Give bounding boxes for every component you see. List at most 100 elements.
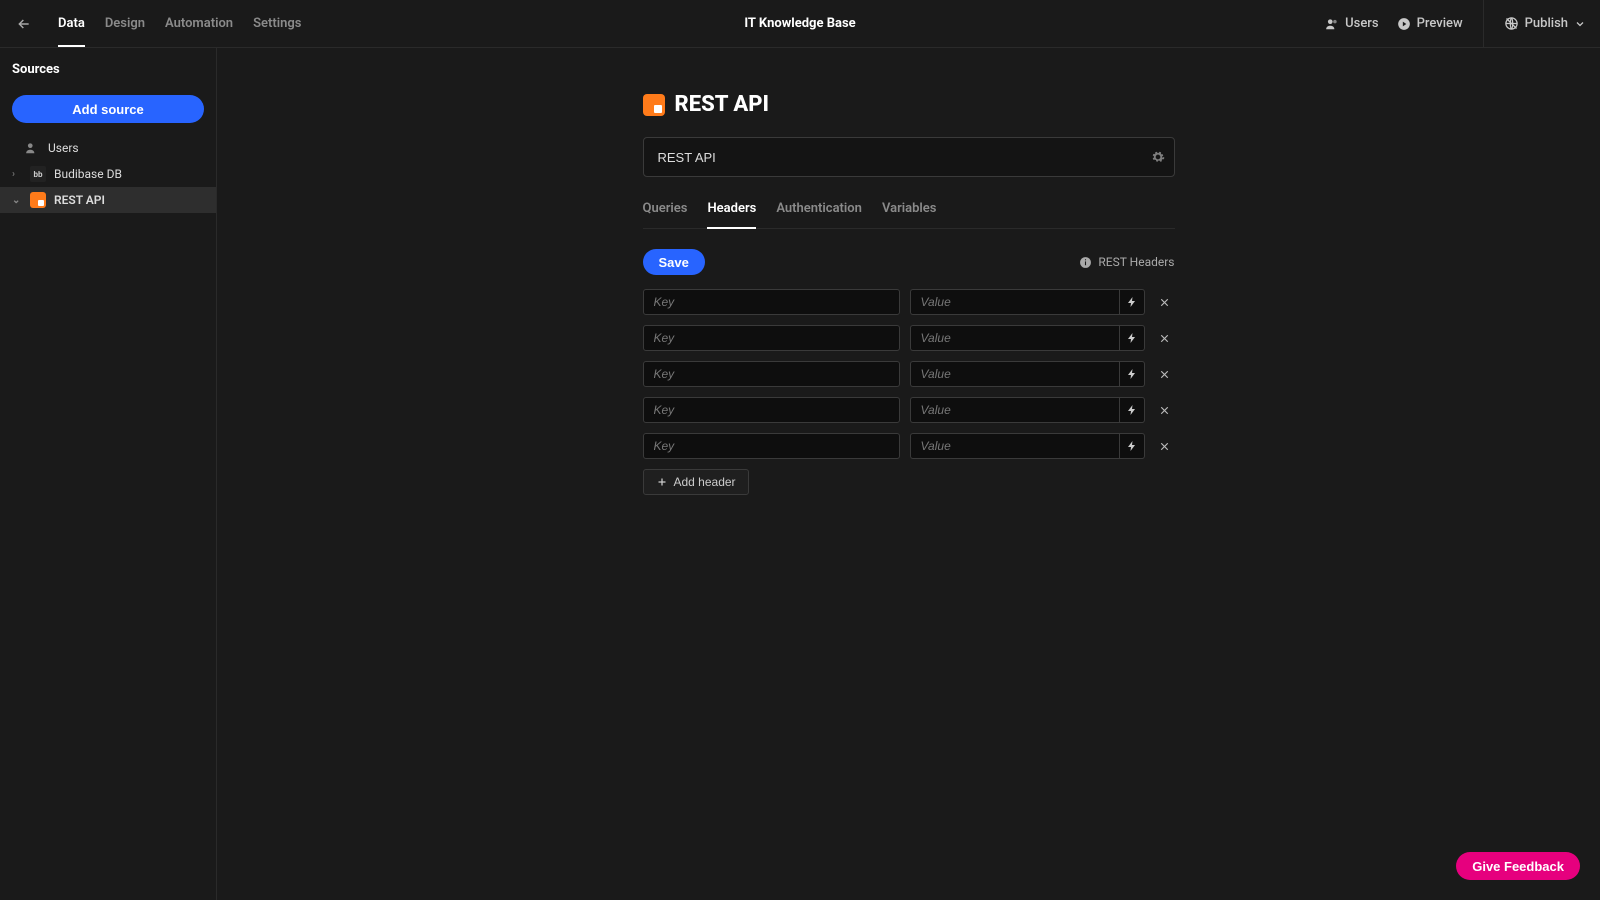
subtab-variables[interactable]: Variables xyxy=(882,201,937,228)
gear-icon xyxy=(1151,150,1165,164)
top-tab-data[interactable]: Data xyxy=(48,0,95,47)
sidebar-heading: Sources xyxy=(0,62,216,87)
delete-row-button[interactable] xyxy=(1155,400,1175,420)
close-icon xyxy=(1158,404,1171,417)
header-row xyxy=(643,325,1175,351)
sidebar-item-label: REST API xyxy=(54,193,105,207)
header-value-input[interactable] xyxy=(910,325,1119,351)
page-title: REST API xyxy=(643,92,1175,117)
datasource-name-input[interactable] xyxy=(643,137,1175,177)
bindings-button[interactable] xyxy=(1119,289,1145,315)
bindings-button[interactable] xyxy=(1119,433,1145,459)
chevron-right-icon: › xyxy=(12,169,22,180)
top-tab-design[interactable]: Design xyxy=(95,0,155,47)
help-link-label: REST Headers xyxy=(1098,255,1174,269)
page-title-text: REST API xyxy=(675,92,770,117)
subtab-queries[interactable]: Queries xyxy=(643,201,688,228)
save-row: Save REST Headers xyxy=(643,249,1175,275)
panel: REST API Queries Headers Authentication Var… xyxy=(643,92,1175,900)
save-button[interactable]: Save xyxy=(643,249,705,275)
header-value-input[interactable] xyxy=(910,433,1119,459)
add-header-button[interactable]: Add header xyxy=(643,469,749,495)
add-source-button[interactable]: Add source xyxy=(12,95,204,123)
top-tabs: DataDesignAutomationSettings xyxy=(48,0,311,47)
sidebar-item-label: Users xyxy=(48,141,79,155)
subtabs: Queries Headers Authentication Variables xyxy=(643,201,1175,229)
users-button[interactable]: Users xyxy=(1325,16,1378,31)
lightning-icon xyxy=(1126,332,1138,344)
bindings-button[interactable] xyxy=(1119,361,1145,387)
header-key-input[interactable] xyxy=(643,325,900,351)
preview-label: Preview xyxy=(1417,16,1463,31)
globe-off-icon xyxy=(1504,16,1519,31)
delete-row-button[interactable] xyxy=(1155,364,1175,384)
sidebar-item-budibase-db[interactable]: › bb Budibase DB xyxy=(0,161,216,187)
source-list: Users › bb Budibase DB ⌄ REST API xyxy=(0,135,216,213)
plus-icon xyxy=(656,476,668,488)
arrow-left-icon xyxy=(16,16,32,32)
rest-icon xyxy=(30,192,46,208)
lightning-icon xyxy=(1126,440,1138,452)
bindings-button[interactable] xyxy=(1119,397,1145,423)
header-key-input[interactable] xyxy=(643,361,900,387)
header-key-input[interactable] xyxy=(643,289,900,315)
top-tab-automation[interactable]: Automation xyxy=(155,0,243,47)
header-value-group xyxy=(910,289,1145,315)
close-icon xyxy=(1158,296,1171,309)
bb-icon: bb xyxy=(30,166,46,182)
play-circle-icon xyxy=(1397,17,1411,31)
give-feedback-button[interactable]: Give Feedback xyxy=(1456,852,1580,880)
back-button[interactable] xyxy=(0,0,48,48)
header-value-group xyxy=(910,397,1145,423)
rest-headers-help-link[interactable]: REST Headers xyxy=(1079,255,1174,269)
header-value-group xyxy=(910,433,1145,459)
sidebar-item-users[interactable]: Users xyxy=(0,135,216,161)
lightning-icon xyxy=(1126,368,1138,380)
header-value-input[interactable] xyxy=(910,361,1119,387)
app-title: IT Knowledge Base xyxy=(744,16,855,31)
settings-gear-button[interactable] xyxy=(1151,150,1165,164)
subtab-authentication[interactable]: Authentication xyxy=(776,201,862,228)
bindings-button[interactable] xyxy=(1119,325,1145,351)
chevron-down-icon: ⌄ xyxy=(12,195,22,206)
publish-button[interactable]: Publish xyxy=(1504,16,1586,31)
top-tab-settings[interactable]: Settings xyxy=(243,0,311,47)
delete-row-button[interactable] xyxy=(1155,292,1175,312)
header-rows xyxy=(643,289,1175,459)
name-input-wrap xyxy=(643,137,1175,177)
lightning-icon xyxy=(1126,404,1138,416)
topbar-divider xyxy=(1483,0,1484,48)
header-row xyxy=(643,289,1175,315)
preview-button[interactable]: Preview xyxy=(1397,16,1463,31)
sidebar-item-rest-api[interactable]: ⌄ REST API xyxy=(0,187,216,213)
rest-api-icon xyxy=(643,94,665,116)
topbar: DataDesignAutomationSettings IT Knowledg… xyxy=(0,0,1600,48)
topbar-left: DataDesignAutomationSettings xyxy=(0,0,311,47)
header-value-input[interactable] xyxy=(910,397,1119,423)
close-icon xyxy=(1158,368,1171,381)
close-icon xyxy=(1158,332,1171,345)
header-row xyxy=(643,433,1175,459)
users-label: Users xyxy=(1345,16,1378,31)
users-icon xyxy=(24,140,40,156)
chevron-down-icon xyxy=(1574,18,1586,30)
delete-row-button[interactable] xyxy=(1155,436,1175,456)
close-icon xyxy=(1158,440,1171,453)
add-header-label: Add header xyxy=(674,475,736,489)
sidebar: Sources Add source Users › bb Budibase DB ⌄ R… xyxy=(0,48,217,900)
topbar-right: Users Preview Publish xyxy=(1325,0,1600,47)
info-icon xyxy=(1079,256,1092,269)
header-row xyxy=(643,397,1175,423)
header-row xyxy=(643,361,1175,387)
header-key-input[interactable] xyxy=(643,433,900,459)
subtab-headers[interactable]: Headers xyxy=(707,201,756,228)
header-value-input[interactable] xyxy=(910,289,1119,315)
publish-label: Publish xyxy=(1525,16,1568,31)
main: Sources Add source Users › bb Budibase DB ⌄ R… xyxy=(0,48,1600,900)
lightning-icon xyxy=(1126,296,1138,308)
content: REST API Queries Headers Authentication Var… xyxy=(217,48,1600,900)
delete-row-button[interactable] xyxy=(1155,328,1175,348)
sidebar-item-label: Budibase DB xyxy=(54,167,122,181)
header-value-group xyxy=(910,361,1145,387)
header-key-input[interactable] xyxy=(643,397,900,423)
